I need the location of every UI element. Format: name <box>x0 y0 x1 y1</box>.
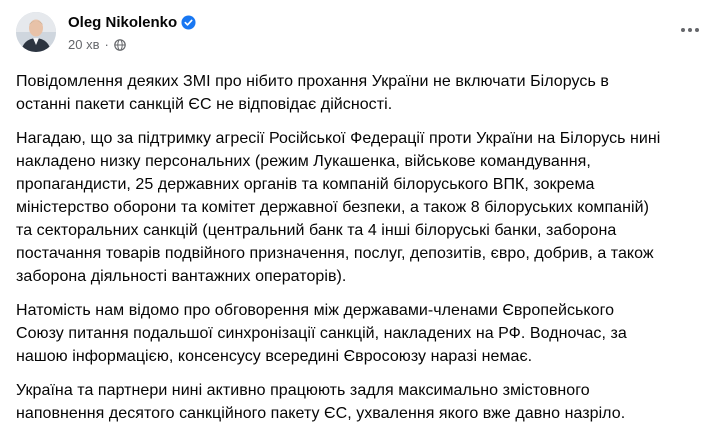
text-line: та секторальних санкцій (центральний бан… <box>16 222 617 239</box>
more-options-button[interactable] <box>672 12 708 48</box>
meta-separator: · <box>104 37 109 52</box>
text-line: Нагадаю, що за підтримку агресії Російсь… <box>16 130 661 147</box>
text-line: пропагандисти, 25 державних органів та к… <box>16 176 595 193</box>
post-paragraph-2: Нагадаю, що за підтримку агресії Російсь… <box>16 127 708 288</box>
text-line: міністерство оборони та комітет державно… <box>16 199 649 216</box>
avatar-photo <box>16 12 56 52</box>
post-text: Повідомлення деяких ЗМІ про нібито проха… <box>16 70 708 436</box>
post-paragraph-3: Натомість нам відомо про обговорення між… <box>16 299 708 368</box>
avatar[interactable] <box>16 12 56 52</box>
text-line: Союзу питання подальшої синхронізації са… <box>16 325 627 342</box>
text-line: Повідомлення деяких ЗМІ про нібито проха… <box>16 73 609 90</box>
text-line: Україна та партнери нині активно працюют… <box>16 382 590 399</box>
author-name[interactable]: Oleg Nikolenko <box>68 14 196 31</box>
facebook-post: Oleg Nikolenko 20 хв · Повідомлення деяк… <box>0 0 724 429</box>
verified-badge-icon <box>181 15 196 30</box>
text-line: Натомість нам відомо про обговорення між… <box>16 302 615 319</box>
text-line: останні пакети санкцій ЄС не відповідає … <box>16 96 393 113</box>
text-line: постачання товарів подвійного призначенн… <box>16 245 654 262</box>
author-name-text[interactable]: Oleg Nikolenko <box>68 14 177 31</box>
post-header: Oleg Nikolenko 20 хв · <box>16 10 708 58</box>
text-line: нашою інформацією, консенсусу всередині … <box>16 348 533 365</box>
post-paragraph-4: Україна та партнери нині активно працюют… <box>16 379 708 425</box>
text-line: заборона діяльності вантажних операторів… <box>16 268 347 285</box>
text-line: наповнення десятого санкційного пакету Є… <box>16 405 626 422</box>
post-timestamp[interactable]: 20 хв <box>68 37 99 52</box>
more-horizontal-icon <box>681 28 699 32</box>
post-meta: 20 хв · <box>68 37 126 52</box>
globe-icon[interactable] <box>114 38 126 51</box>
text-line: накладено низку персональних (режим Лука… <box>16 153 591 170</box>
post-paragraph-1: Повідомлення деяких ЗМІ про нібито проха… <box>16 70 708 116</box>
